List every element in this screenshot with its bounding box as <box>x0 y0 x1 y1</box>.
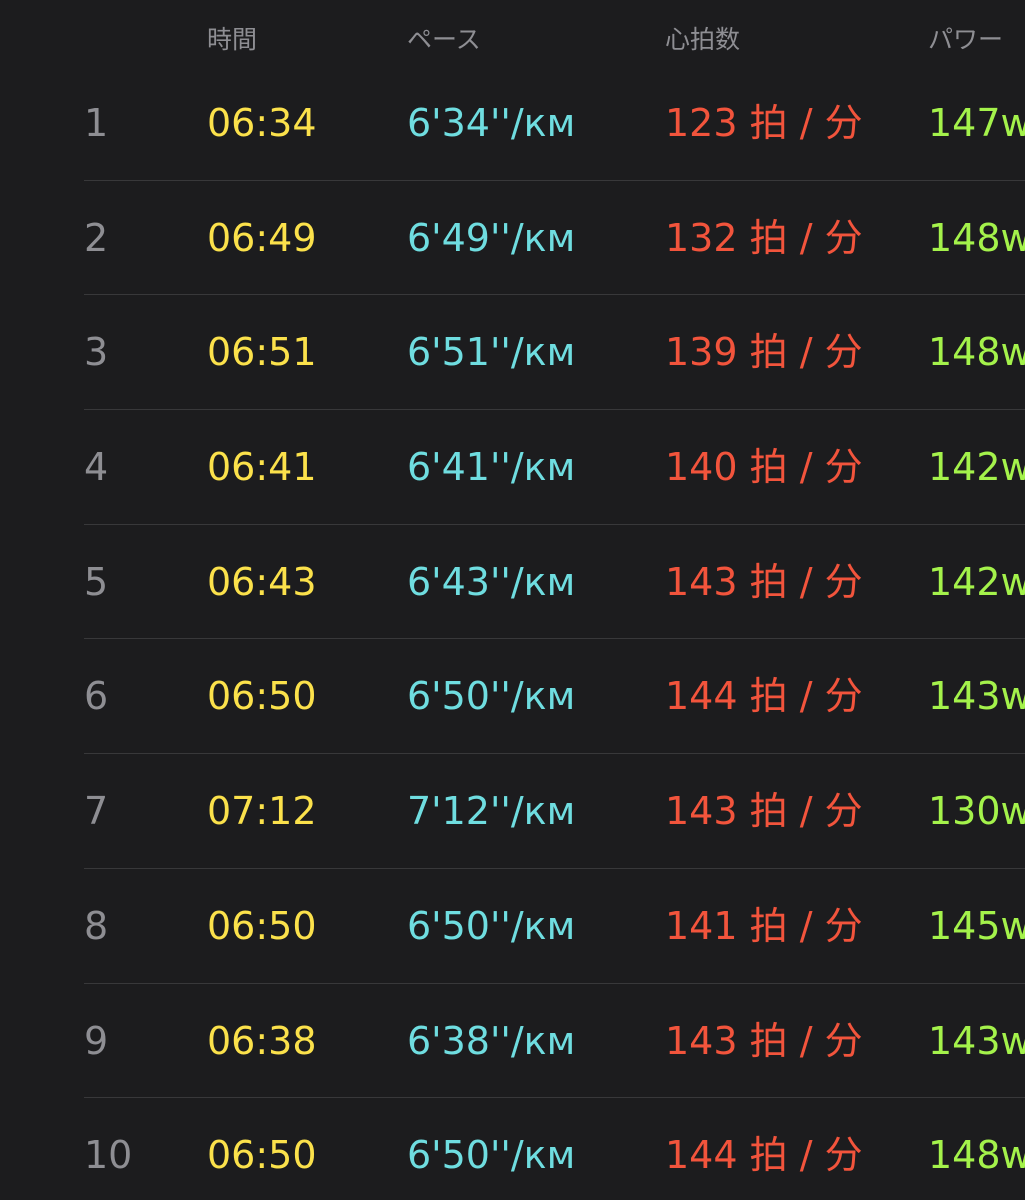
split-time: 06:43 <box>207 559 317 604</box>
split-index: 5 <box>84 559 109 604</box>
split-pace: 6'49''/км <box>407 215 576 260</box>
split-heart-rate: 143 拍 / 分 <box>665 789 863 834</box>
split-power: 142w <box>928 445 1025 490</box>
table-header: 時間 ペース 心拍数 パワー <box>0 0 1025 70</box>
split-pace: 6'50''/км <box>407 1133 576 1178</box>
split-row: 8 06:50 6'50''/км 141 拍 / 分 145w <box>0 869 1025 984</box>
split-time: 06:50 <box>207 674 317 719</box>
split-heart-rate: 144 拍 / 分 <box>665 674 863 719</box>
split-row: 7 07:12 7'12''/км 143 拍 / 分 130w <box>0 754 1025 869</box>
split-time: 06:34 <box>207 101 317 145</box>
split-index: 7 <box>84 789 109 834</box>
split-time: 06:49 <box>207 215 317 260</box>
split-index: 8 <box>84 903 109 948</box>
split-power: 142w <box>928 559 1025 604</box>
split-index: 4 <box>84 445 109 490</box>
split-row: 10 06:50 6'50''/км 144 拍 / 分 148w <box>0 1098 1025 1200</box>
split-heart-rate: 143 拍 / 分 <box>665 1018 863 1063</box>
split-time: 06:38 <box>207 1018 317 1063</box>
split-power: 148w <box>928 330 1025 375</box>
header-time: 時間 <box>207 25 258 54</box>
split-pace: 6'50''/км <box>407 903 576 948</box>
splits-screen: 時間 ペース 心拍数 パワー 1 06:34 6'34''/км 123 拍 /… <box>0 0 1025 1200</box>
split-row: 2 06:49 6'49''/км 132 拍 / 分 148w <box>0 181 1025 296</box>
split-pace: 6'50''/км <box>407 674 576 719</box>
split-row: 1 06:34 6'34''/км 123 拍 / 分 147w <box>0 66 1025 181</box>
split-index: 9 <box>84 1018 109 1063</box>
split-power: 148w <box>928 215 1025 260</box>
split-pace: 6'41''/км <box>407 445 576 490</box>
split-row: 3 06:51 6'51''/км 139 拍 / 分 148w <box>0 295 1025 410</box>
split-row: 5 06:43 6'43''/км 143 拍 / 分 142w <box>0 525 1025 640</box>
split-power: 147w <box>928 101 1025 145</box>
split-time: 06:51 <box>207 330 317 375</box>
split-power: 130w <box>928 789 1025 834</box>
splits-table: 1 06:34 6'34''/км 123 拍 / 分 147w 2 06:49… <box>0 66 1025 1200</box>
split-pace: 6'38''/км <box>407 1018 576 1063</box>
split-time: 07:12 <box>207 789 317 834</box>
split-pace: 6'51''/км <box>407 330 576 375</box>
split-power: 148w <box>928 1133 1025 1178</box>
split-time: 06:50 <box>207 1133 317 1178</box>
split-heart-rate: 132 拍 / 分 <box>665 215 863 260</box>
split-heart-rate: 139 拍 / 分 <box>665 330 863 375</box>
split-index: 2 <box>84 215 109 260</box>
header-power: パワー <box>928 25 1004 54</box>
split-power: 143w <box>928 1018 1025 1063</box>
split-heart-rate: 140 拍 / 分 <box>665 445 863 490</box>
split-row: 9 06:38 6'38''/км 143 拍 / 分 143w <box>0 984 1025 1099</box>
split-index: 6 <box>84 674 109 719</box>
split-heart-rate: 123 拍 / 分 <box>665 101 863 145</box>
header-pace: ペース <box>407 25 481 54</box>
split-time: 06:41 <box>207 445 317 490</box>
split-pace: 6'43''/км <box>407 559 576 604</box>
header-heart-rate: 心拍数 <box>665 25 741 54</box>
split-power: 143w <box>928 674 1025 719</box>
split-pace: 6'34''/км <box>407 101 576 145</box>
split-index: 1 <box>84 101 109 145</box>
split-row: 6 06:50 6'50''/км 144 拍 / 分 143w <box>0 639 1025 754</box>
split-heart-rate: 143 拍 / 分 <box>665 559 863 604</box>
split-time: 06:50 <box>207 903 317 948</box>
split-heart-rate: 144 拍 / 分 <box>665 1133 863 1178</box>
split-heart-rate: 141 拍 / 分 <box>665 903 863 948</box>
split-power: 145w <box>928 903 1025 948</box>
split-pace: 7'12''/км <box>407 789 576 834</box>
split-row: 4 06:41 6'41''/км 140 拍 / 分 142w <box>0 410 1025 525</box>
split-index: 10 <box>84 1133 133 1178</box>
split-index: 3 <box>84 330 109 375</box>
